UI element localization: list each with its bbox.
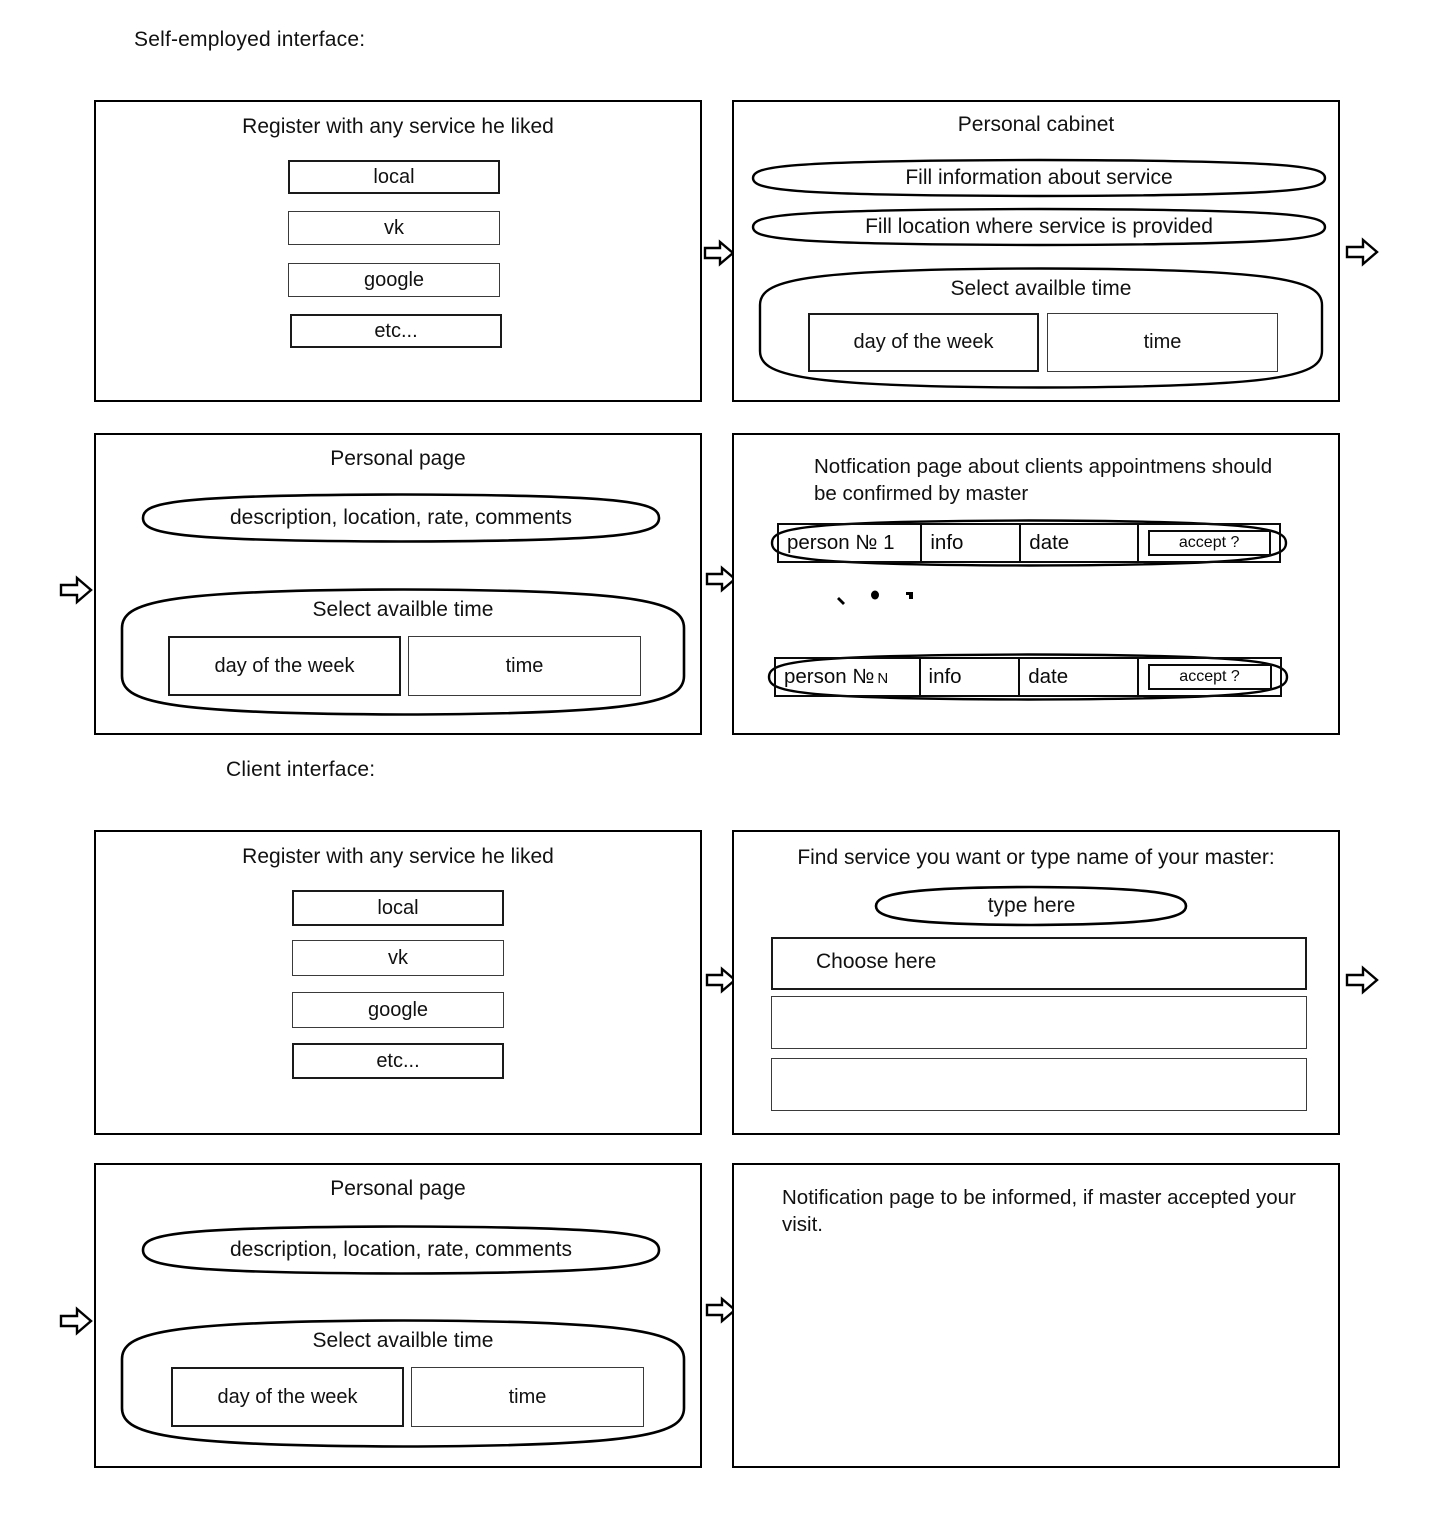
register-option-etc[interactable]: etc... <box>290 314 502 348</box>
panel-find-service: Find service you want or type name of yo… <box>732 830 1340 1135</box>
day-of-week-selector-self[interactable]: day of the week <box>168 636 401 696</box>
table-cell-person-index: N <box>877 669 889 687</box>
capsule-label-fill-service: Fill information about service <box>905 166 1173 189</box>
time-selector-self[interactable]: time <box>408 636 641 696</box>
group-select-available-time-cabinet: Select availble time day of the week tim… <box>756 265 1326 391</box>
panel-notification-master: Notfication page about clients appointme… <box>732 433 1340 735</box>
table-row[interactable]: person № N info date accept ? <box>767 650 1289 704</box>
panel-title-register-self: Register with any service he liked <box>242 115 554 138</box>
group-title-select-time-client: Select availble time <box>312 1329 494 1352</box>
register-option-local[interactable]: local <box>288 160 500 194</box>
capsule-description-location-rate-comments-self[interactable]: description, location, rate, comments <box>140 491 662 545</box>
panel-title-notification-client: Notification page to be informed, if mas… <box>782 1186 1296 1237</box>
flow-arrow-right-icon <box>59 575 93 605</box>
table-cell-info: info <box>921 659 1021 695</box>
section-caption-self-employed: Self-employed interface: <box>134 28 366 51</box>
panel-personal-page-self: Personal page description, location, rat… <box>94 433 702 735</box>
table-cell-person: person № N <box>776 659 921 695</box>
group-select-available-time-client: Select availble time day of the week tim… <box>118 1317 688 1450</box>
capsule-description-location-rate-comments-client[interactable]: description, location, rate, comments <box>140 1223 662 1277</box>
capsule-fill-service-info[interactable]: Fill information about service <box>750 157 1328 199</box>
ellipsis-dots-icon <box>834 583 914 612</box>
register-option-etc[interactable]: etc... <box>292 1043 504 1079</box>
panel-title-register-client: Register with any service he liked <box>242 845 554 868</box>
accept-button[interactable]: accept ? <box>1147 530 1271 556</box>
panel-register-client: Register with any service he liked local… <box>94 830 702 1135</box>
panel-notification-client: Notification page to be informed, if mas… <box>732 1163 1340 1468</box>
register-option-vk[interactable]: vk <box>288 211 500 245</box>
table-row[interactable]: person № 1 info date accept ? <box>770 516 1288 570</box>
register-option-vk[interactable]: vk <box>292 940 504 976</box>
register-option-google[interactable]: google <box>288 263 500 297</box>
table-cell-person-label: person № <box>784 665 875 688</box>
capsule-label-description-self: description, location, rate, comments <box>230 506 572 529</box>
table-cell-accept: accept ? <box>1139 525 1279 561</box>
panel-title-personal-cabinet: Personal cabinet <box>957 113 1115 136</box>
capsule-label-fill-location: Fill location where service is provided <box>865 215 1213 238</box>
day-of-week-selector-cabinet[interactable]: day of the week <box>808 313 1039 372</box>
table-cell-person-label: person № 1 <box>787 531 895 554</box>
table-cell-date: date <box>1020 659 1140 695</box>
panel-title-notification-master: Notfication page about clients appointme… <box>814 455 1273 506</box>
diagram-canvas: Self-employed interface: Register with a… <box>0 0 1445 1519</box>
search-input-capsule[interactable]: type here <box>873 884 1190 929</box>
table-cell-date: date <box>1021 525 1140 561</box>
register-option-google[interactable]: google <box>292 992 504 1028</box>
flow-arrow-right-icon <box>703 239 735 267</box>
result-row-choose-here[interactable]: Choose here <box>771 937 1307 990</box>
flow-arrow-right-icon <box>1345 237 1379 267</box>
group-title-select-time-self: Select availble time <box>312 598 494 621</box>
capsule-label-description-client: description, location, rate, comments <box>230 1238 572 1261</box>
accept-button[interactable]: accept ? <box>1147 664 1272 690</box>
section-caption-client: Client interface: <box>226 758 376 781</box>
panel-personal-page-client: Personal page description, location, rat… <box>94 1163 702 1468</box>
result-row-empty-2[interactable] <box>771 1058 1307 1111</box>
group-title-select-time-cabinet: Select availble time <box>950 277 1132 300</box>
panel-title-personal-page-self: Personal page <box>330 447 466 470</box>
result-row-empty-1[interactable] <box>771 996 1307 1049</box>
register-option-local[interactable]: local <box>292 890 504 926</box>
panel-title-personal-page-client: Personal page <box>330 1177 466 1200</box>
flow-arrow-right-icon <box>59 1306 93 1336</box>
time-selector-client[interactable]: time <box>411 1367 644 1427</box>
table-cell-accept: accept ? <box>1139 659 1280 695</box>
capsule-fill-location[interactable]: Fill location where service is provided <box>750 206 1328 248</box>
time-selector-cabinet[interactable]: time <box>1047 313 1278 372</box>
panel-personal-cabinet: Personal cabinet Fill information about … <box>732 100 1340 402</box>
flow-arrow-right-icon <box>1345 965 1379 995</box>
panel-register-self-employed: Register with any service he liked local… <box>94 100 702 402</box>
group-select-available-time-self: Select availble time day of the week tim… <box>118 586 688 718</box>
day-of-week-selector-client[interactable]: day of the week <box>171 1367 404 1427</box>
table-cell-person: person № 1 <box>779 525 923 561</box>
panel-title-find-service: Find service you want or type name of yo… <box>797 846 1275 869</box>
table-cell-info: info <box>922 525 1022 561</box>
result-row-label: Choose here <box>816 950 937 973</box>
search-input-placeholder: type here <box>987 894 1076 917</box>
